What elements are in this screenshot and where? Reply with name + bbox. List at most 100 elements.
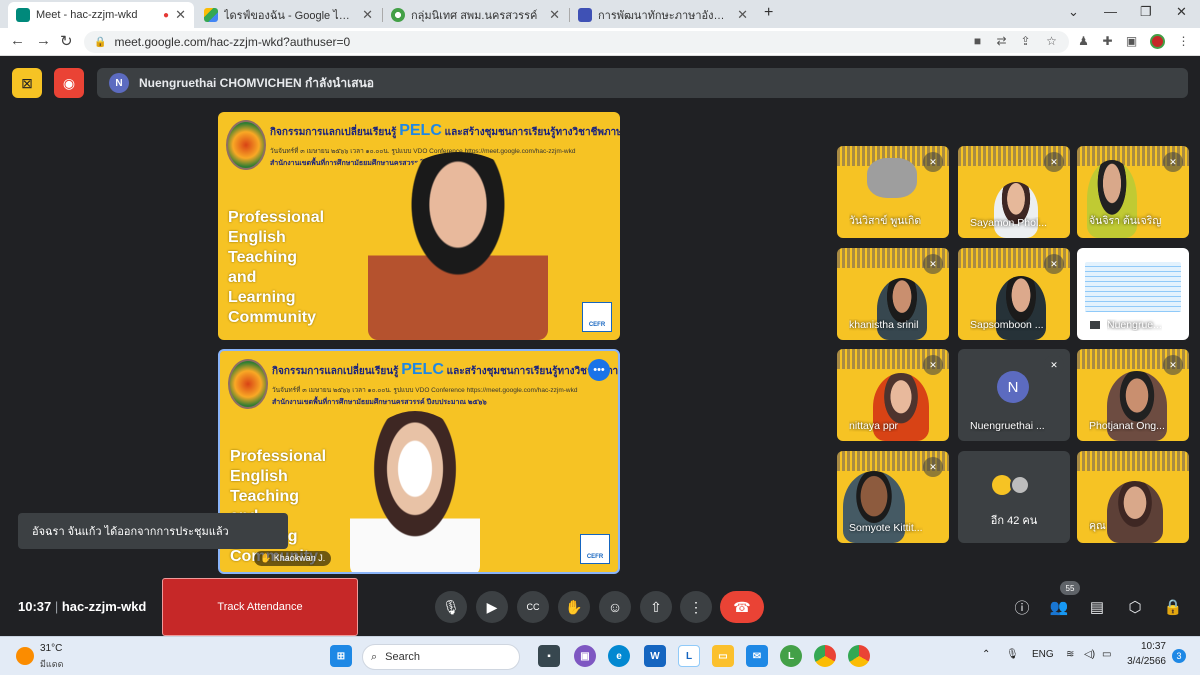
puzzle-icon[interactable]: ✚ bbox=[1100, 34, 1115, 49]
url-field[interactable]: 🔒 meet.google.com/hac-zzjm-wkd?authuser=… bbox=[84, 31, 1069, 53]
participant-tile-self[interactable]: คุณ bbox=[1077, 451, 1189, 543]
more-vert-icon[interactable]: ⋮ bbox=[680, 591, 712, 623]
participant-tile[interactable]: ✕ Sapsomboon ... bbox=[958, 248, 1070, 340]
host-controls-icon[interactable]: 🔒 bbox=[1162, 596, 1184, 618]
mic-off-icon: ✕ bbox=[1163, 152, 1183, 172]
chevron-up-icon[interactable]: ⌃ bbox=[982, 649, 990, 660]
participant-name: วันวิสาข์ พูนเกิด bbox=[849, 215, 922, 227]
lock-icon: 🔒 bbox=[94, 36, 107, 48]
more-participants-tile[interactable]: อีก 42 คน bbox=[958, 451, 1070, 543]
info-icon[interactable]: ⓘ bbox=[1011, 596, 1033, 618]
close-icon[interactable]: ✕ bbox=[175, 7, 186, 23]
forms-icon bbox=[578, 8, 592, 22]
people-icon[interactable]: 👥 bbox=[1048, 596, 1070, 618]
clock-date[interactable]: 3/4/2566 bbox=[1122, 656, 1166, 667]
globe-icon bbox=[391, 8, 405, 22]
camera-icon[interactable]: ■ bbox=[970, 34, 985, 49]
edge-icon[interactable]: e bbox=[608, 645, 630, 667]
mic-tray-icon[interactable]: 🎙 bbox=[1006, 649, 1019, 660]
end-call-icon[interactable]: ☎ bbox=[720, 591, 764, 623]
translate-icon[interactable]: ⇄ bbox=[994, 34, 1009, 49]
main-tile-presentation[interactable]: กิจกรรมการแลกเปลี่ยนเรียนรู้ PELC และสร้… bbox=[218, 112, 620, 340]
back-icon[interactable]: ← bbox=[10, 32, 25, 49]
mic-off-icon: ✕ bbox=[923, 457, 943, 477]
task-view-icon[interactable]: ▪ bbox=[538, 645, 560, 667]
mic-icon[interactable]: 🎙 bbox=[435, 591, 467, 623]
chrome-profile-icon[interactable] bbox=[848, 645, 870, 667]
url-text: meet.google.com/hac-zzjm-wkd?authuser=0 bbox=[114, 35, 351, 49]
seal-logo-icon bbox=[226, 120, 266, 170]
slide-org: สำนักงานเขตพื้นที่การศึกษามัธยมศึกษานครส… bbox=[272, 399, 487, 406]
slide-title: กิจกรรมการแลกเปลี่ยนเรียนรู้ PELC และสร้… bbox=[272, 361, 619, 378]
more-options-icon[interactable]: ••• bbox=[588, 359, 610, 381]
tab-title: ไดรฟ์ของฉัน - Google ไดรฟ์ bbox=[224, 10, 357, 22]
extension-icon[interactable]: ♟ bbox=[1076, 34, 1091, 49]
close-icon[interactable]: ✕ bbox=[362, 7, 373, 23]
participant-name: khanistha srinil bbox=[849, 319, 919, 331]
restore-icon[interactable]: ❐ bbox=[1140, 4, 1152, 20]
minimize-icon[interactable]: — bbox=[1104, 4, 1117, 19]
participant-video bbox=[350, 411, 480, 572]
participant-tile[interactable]: ✕ Somyote Kittit... bbox=[837, 451, 949, 543]
bookmark-star-icon[interactable]: ☆ bbox=[1044, 34, 1059, 49]
record-icon[interactable]: ◉ bbox=[54, 68, 84, 98]
chevron-down-icon[interactable]: ⌄ bbox=[1068, 4, 1079, 20]
mail-icon[interactable]: ✉ bbox=[746, 645, 768, 667]
participant-name: ✋ Khaokwan J. bbox=[254, 551, 332, 566]
participant-tile[interactable]: ✕ khanistha srinil bbox=[837, 248, 949, 340]
participant-name: จันจิรา ต้นเจริญ bbox=[1089, 215, 1162, 227]
presenting-icon[interactable]: ⊠ bbox=[12, 68, 42, 98]
close-icon[interactable]: ✕ bbox=[549, 7, 560, 23]
windows-start-icon[interactable]: ⊞ bbox=[330, 645, 352, 667]
camera-icon[interactable]: ▶ bbox=[476, 591, 508, 623]
file-explorer-icon[interactable]: ▭ bbox=[712, 645, 734, 667]
tab-drive[interactable]: ไดรฟ์ของฉัน - Google ไดรฟ์ ✕ bbox=[196, 2, 381, 28]
address-bar: ← → ↻ 🔒 meet.google.com/hac-zzjm-wkd?aut… bbox=[0, 28, 1200, 56]
taskbar-search[interactable]: ⌕ Search bbox=[362, 644, 520, 670]
new-tab-icon[interactable]: + bbox=[764, 4, 773, 22]
participant-tile[interactable]: ✕ nittaya ppr bbox=[837, 349, 949, 441]
close-icon[interactable]: ✕ bbox=[737, 7, 748, 23]
battery-icon[interactable]: ▭ bbox=[1102, 649, 1111, 660]
sidebar-icon[interactable]: ▣ bbox=[1124, 34, 1139, 49]
participant-tile[interactable]: ✕ วันวิสาข์ พูนเกิด bbox=[837, 146, 949, 238]
activities-icon[interactable]: ⬡ bbox=[1124, 596, 1146, 618]
more-vert-icon[interactable]: ⋮ bbox=[1176, 34, 1191, 49]
weather-sun-icon[interactable] bbox=[16, 647, 34, 665]
raise-hand-icon[interactable]: ✋ bbox=[558, 591, 590, 623]
emoji-icon[interactable]: ☺ bbox=[599, 591, 631, 623]
tab-title: การพัฒนาทักษะภาษาอังกฤษ English bbox=[598, 10, 732, 22]
reload-icon[interactable]: ↻ bbox=[60, 32, 73, 50]
tab-group[interactable]: กลุ่มนิเทศ สพม.นครสวรรค์ ✕ bbox=[383, 2, 568, 28]
hand-icon: ✋ bbox=[260, 553, 274, 563]
captions-icon[interactable]: CC bbox=[517, 591, 549, 623]
forward-icon[interactable]: → bbox=[36, 32, 51, 49]
tab-meet[interactable]: Meet - hac-zzjm-wkd ● ✕ bbox=[8, 2, 194, 28]
mic-off-icon: ✕ bbox=[1044, 355, 1064, 375]
weather-temp[interactable]: 31°C bbox=[40, 643, 62, 654]
participant-tile[interactable]: N ✕ Nuengruethai ... bbox=[958, 349, 1070, 441]
participant-tile-presentation[interactable]: Nuengrue... bbox=[1077, 248, 1189, 340]
clock-time[interactable]: 10:37 bbox=[1124, 641, 1166, 652]
share-icon[interactable]: ⇪ bbox=[1018, 34, 1033, 49]
profile-avatar[interactable] bbox=[1150, 34, 1165, 49]
volume-icon[interactable]: ◁) bbox=[1084, 649, 1095, 660]
present-screen-icon[interactable]: ⇧ bbox=[640, 591, 672, 623]
tab-forms[interactable]: การพัฒนาทักษะภาษาอังกฤษ English ✕ bbox=[570, 2, 756, 28]
present-icon bbox=[1089, 320, 1101, 330]
language-indicator[interactable]: ENG bbox=[1032, 649, 1054, 660]
chrome-icon[interactable] bbox=[814, 645, 836, 667]
participant-tile[interactable]: ✕ Photjanat Ong... bbox=[1077, 349, 1189, 441]
chat-icon[interactable]: ▤ bbox=[1086, 596, 1108, 618]
word-icon[interactable]: W bbox=[644, 645, 666, 667]
close-window-icon[interactable]: ✕ bbox=[1176, 4, 1187, 20]
participant-tile[interactable]: ✕ Sayamon Phol... bbox=[958, 146, 1070, 238]
line-icon[interactable]: L bbox=[780, 645, 802, 667]
wifi-icon[interactable]: ≋ bbox=[1066, 649, 1074, 660]
track-attendance-button[interactable]: Track Attendance bbox=[162, 578, 358, 636]
launcher-icon[interactable]: L bbox=[678, 645, 700, 667]
participant-tile[interactable]: ✕ จันจิรา ต้นเจริญ bbox=[1077, 146, 1189, 238]
participant-name: Somyote Kittit... bbox=[849, 522, 923, 534]
teams-chat-icon[interactable]: ▣ bbox=[574, 645, 596, 667]
notification-badge[interactable]: 3 bbox=[1172, 649, 1186, 663]
